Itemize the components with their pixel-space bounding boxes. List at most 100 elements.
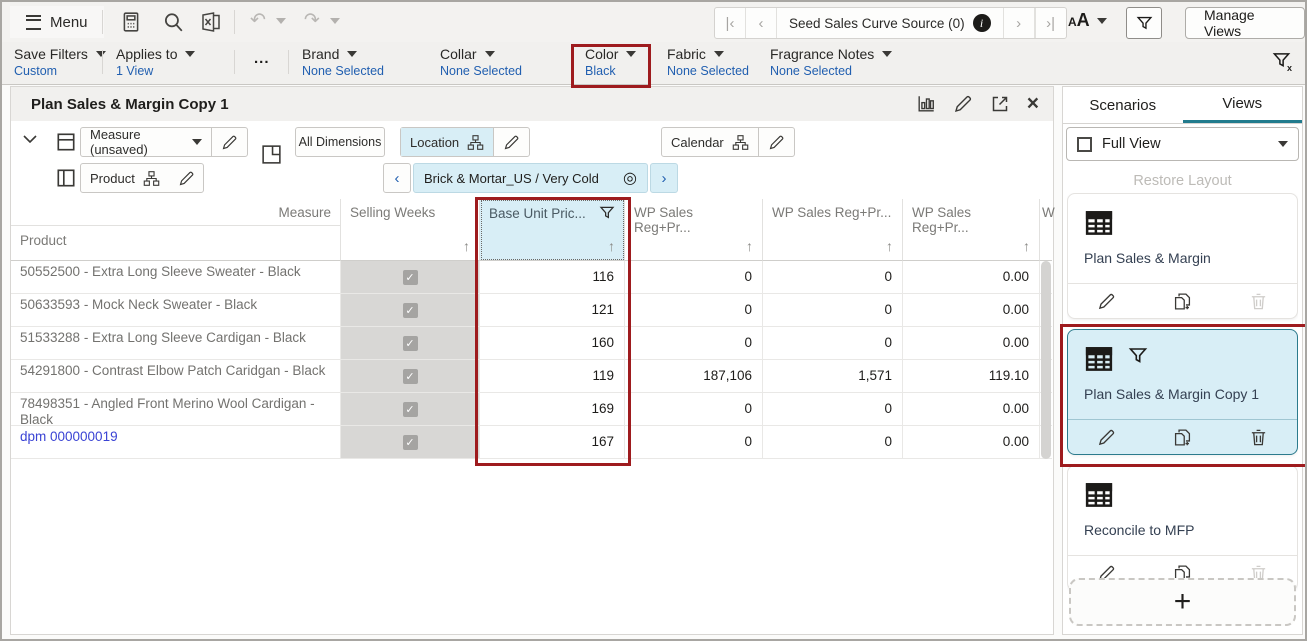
cell-wp-sales-1[interactable]: 187,106 (625, 360, 763, 393)
save-filters-value[interactable]: Custom (14, 64, 106, 78)
redo-dropdown-caret[interactable] (330, 18, 340, 24)
checkbox-checked[interactable]: ✓ (403, 270, 418, 285)
cell-wp-sales-1[interactable]: 0 (625, 393, 763, 426)
edit-view-pencil-icon[interactable] (953, 94, 973, 114)
column-filter-icon[interactable] (599, 205, 615, 221)
slice-breadcrumb[interactable]: Brick & Mortar_US / Very Cold ◎ (413, 163, 648, 193)
cell-base-unit-price[interactable]: 167 (480, 426, 625, 459)
row-label[interactable]: 78498351 - Angled Front Merino Wool Card… (11, 393, 341, 426)
nav-first-button[interactable]: |‹ (715, 8, 746, 38)
add-view-button[interactable]: + (1069, 578, 1296, 626)
manage-views-button[interactable]: Manage Views (1185, 7, 1305, 39)
column-header-wp-sales-1[interactable]: WP Sales Reg+Pr... ↑ (625, 199, 763, 261)
search-icon[interactable] (162, 11, 184, 33)
calculator-icon[interactable] (120, 11, 142, 33)
all-dimensions-button[interactable]: All Dimensions (295, 127, 385, 157)
cell-wp-sales-2[interactable]: 1,571 (763, 360, 903, 393)
font-size-control[interactable]: AA (1068, 10, 1107, 31)
sort-asc-icon[interactable]: ↑ (886, 238, 893, 254)
duplicate-view-icon[interactable] (1173, 428, 1192, 447)
menu-button[interactable]: Menu (10, 6, 104, 38)
cell-wp-sales-2[interactable]: 0 (763, 393, 903, 426)
checkbox-checked[interactable]: ✓ (403, 402, 418, 417)
cell-wp-sales-2[interactable]: 0 (763, 261, 903, 294)
close-icon[interactable]: × (1027, 94, 1039, 114)
measure-edit-button[interactable] (212, 128, 247, 156)
location-edit-button[interactable] (494, 128, 529, 156)
checkbox-checked[interactable]: ✓ (403, 435, 418, 450)
cell-base-unit-price[interactable]: 119 (480, 360, 625, 393)
more-filters-button[interactable]: ... (254, 50, 270, 67)
slice-next-button[interactable]: › (650, 163, 678, 193)
sort-asc-icon[interactable]: ↑ (463, 238, 470, 254)
cell-base-unit-price[interactable]: 121 (480, 294, 625, 327)
cell-wp-sales-2[interactable]: 0 (763, 294, 903, 327)
chart-icon[interactable] (916, 94, 936, 114)
redo-icon[interactable]: ↷ (304, 9, 320, 33)
edit-view-pencil-icon[interactable] (1097, 292, 1116, 311)
cell-base-unit-price[interactable]: 116 (480, 261, 625, 294)
column-header-base-unit-price[interactable]: Base Unit Pric... ↑ (480, 199, 625, 261)
cell-wp-sales-2[interactable]: 0 (763, 327, 903, 360)
sort-asc-icon[interactable]: ↑ (1023, 238, 1030, 254)
edit-view-pencil-icon[interactable] (1097, 428, 1116, 447)
column-header-wp-sales-2[interactable]: WP Sales Reg+Pr... ↑ (763, 199, 903, 261)
table-vertical-scrollbar[interactable] (1041, 261, 1051, 459)
info-icon[interactable]: i (973, 14, 991, 32)
row-label[interactable]: 51533288 - Extra Long Sleeve Cardigan - … (11, 327, 341, 360)
nav-next-button[interactable]: › (1004, 8, 1035, 38)
product-edit-button[interactable] (169, 164, 204, 192)
row-label[interactable]: 54291800 - Contrast Elbow Patch Caridgan… (11, 360, 341, 393)
filter-fabric[interactable]: Fabric None Selected (667, 46, 749, 78)
cell-base-unit-price[interactable]: 169 (480, 393, 625, 426)
measure-dropdown[interactable]: Measure (unsaved) (81, 128, 211, 156)
sort-asc-icon[interactable]: ↑ (746, 238, 753, 254)
column-header-wp-sales-3[interactable]: WP Sales Reg+Pr... ↑ (903, 199, 1040, 261)
cell-wp-sales-3[interactable]: 0.00 (903, 261, 1040, 294)
applies-to-value[interactable]: 1 View (116, 64, 195, 78)
restore-layout-button[interactable]: Restore Layout (1063, 167, 1302, 195)
undo-dropdown-caret[interactable] (276, 18, 286, 24)
save-filters-control[interactable]: Save Filters Custom (14, 46, 106, 78)
checkbox-checked[interactable]: ✓ (403, 303, 418, 318)
location-dimension-button[interactable]: Location (401, 128, 493, 156)
calendar-dimension-button[interactable]: Calendar (662, 128, 758, 156)
applies-to-control[interactable]: Applies to 1 View (116, 46, 195, 78)
filter-color[interactable]: Color Black (585, 46, 636, 78)
cell-wp-sales-3[interactable]: 0.00 (903, 327, 1040, 360)
cell-wp-sales-1[interactable]: 0 (625, 294, 763, 327)
tab-views[interactable]: Views (1183, 87, 1303, 123)
duplicate-view-icon[interactable] (1173, 292, 1192, 311)
excel-export-icon[interactable] (200, 11, 222, 33)
product-dimension-button[interactable]: Product (81, 164, 169, 192)
filter-collar[interactable]: Collar None Selected (440, 46, 522, 78)
cell-wp-sales-2[interactable]: 0 (763, 426, 903, 459)
checkbox-checked[interactable]: ✓ (403, 369, 418, 384)
target-icon[interactable]: ◎ (623, 168, 637, 188)
checkbox-checked[interactable]: ✓ (403, 336, 418, 351)
clear-filters-button[interactable]: x (1272, 51, 1296, 75)
cell-wp-sales-1[interactable]: 0 (625, 261, 763, 294)
cell-wp-sales-1[interactable]: 0 (625, 426, 763, 459)
row-label[interactable]: 50633593 - Mock Neck Sweater - Black (11, 294, 341, 327)
filter-toggle-button[interactable] (1126, 7, 1162, 39)
cell-wp-sales-3[interactable]: 119.10 (903, 360, 1040, 393)
sort-asc-icon[interactable]: ↑ (608, 238, 615, 254)
cell-wp-sales-1[interactable]: 0 (625, 327, 763, 360)
tab-scenarios[interactable]: Scenarios (1063, 87, 1183, 123)
row-label-link[interactable]: dpm 000000019 (11, 426, 341, 459)
view-card-reconcile-to-mfp[interactable]: Reconcile to MFP (1067, 465, 1298, 591)
nav-last-button[interactable]: ›| (1035, 8, 1066, 38)
filter-fragrance-notes[interactable]: Fragrance Notes None Selected (770, 46, 892, 78)
slice-prev-button[interactable]: ‹ (383, 163, 411, 193)
expand-icon[interactable] (990, 94, 1010, 114)
calendar-edit-button[interactable] (759, 128, 794, 156)
undo-icon[interactable]: ↶ (250, 9, 266, 33)
cell-base-unit-price[interactable]: 160 (480, 327, 625, 360)
row-label[interactable]: 50552500 - Extra Long Sleeve Sweater - B… (11, 261, 341, 294)
view-card-plan-sales-margin-copy-1[interactable]: Plan Sales & Margin Copy 1 (1067, 329, 1298, 455)
full-view-dropdown[interactable]: Full View (1066, 127, 1299, 161)
cell-wp-sales-3[interactable]: 0.00 (903, 393, 1040, 426)
cell-wp-sales-3[interactable]: 0.00 (903, 426, 1040, 459)
delete-view-trash-icon[interactable] (1249, 428, 1268, 447)
